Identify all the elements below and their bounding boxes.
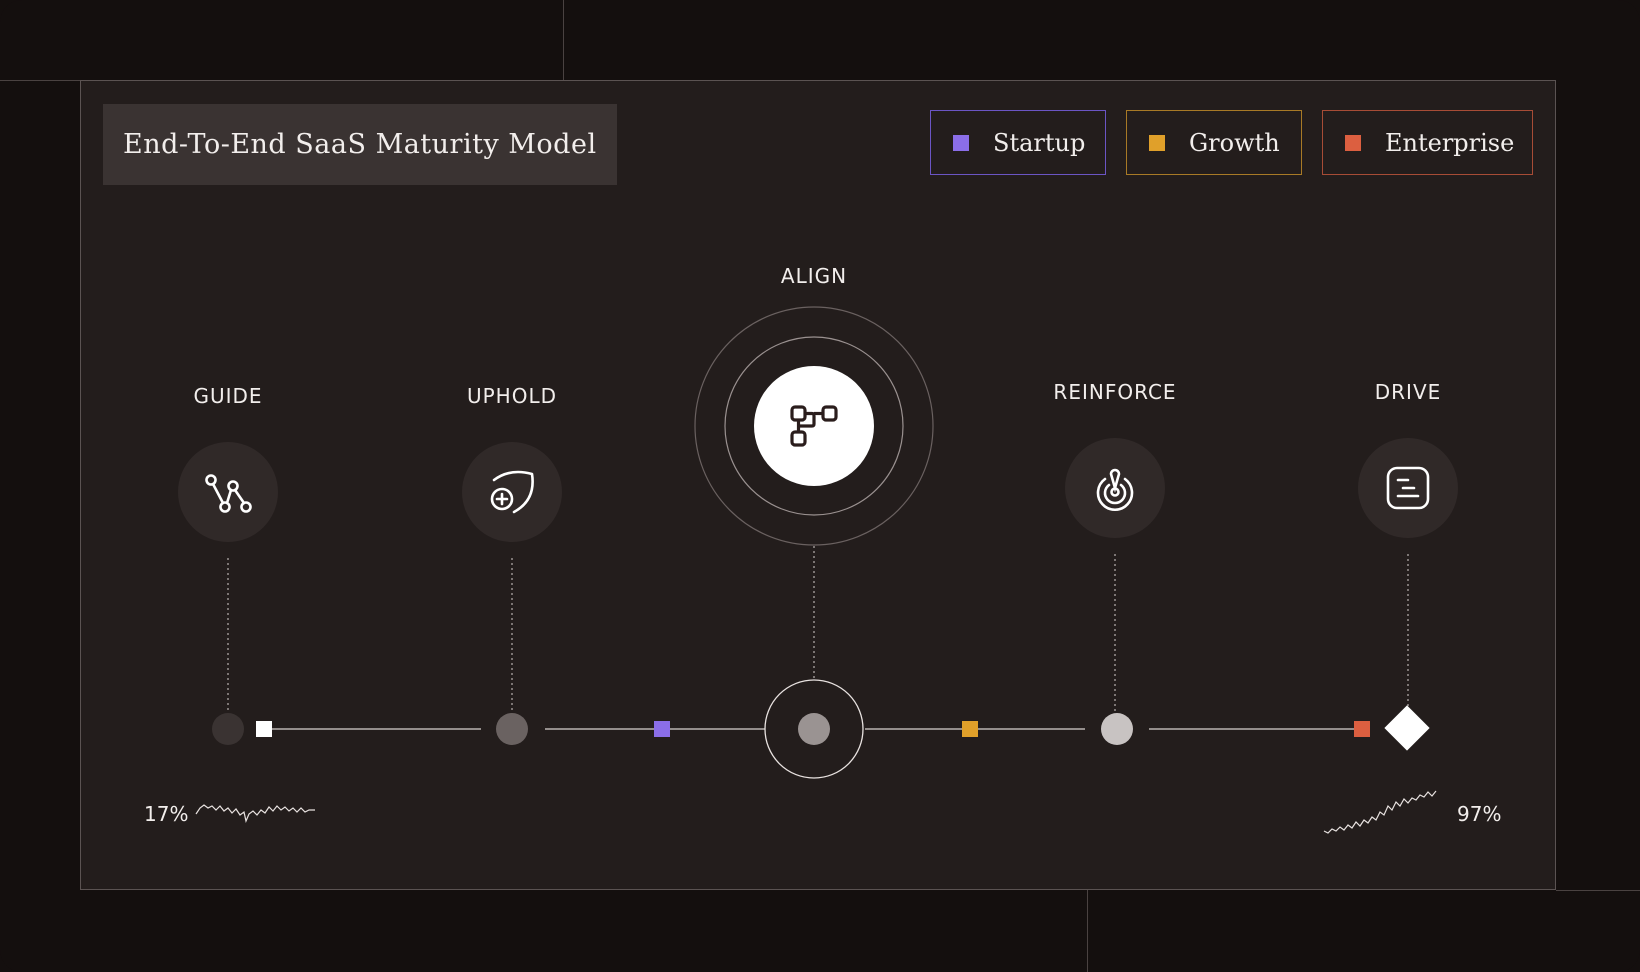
sparkline-end	[1323, 790, 1437, 834]
timeline-node-uphold	[496, 713, 528, 745]
timeline-marker-enterprise	[1354, 721, 1370, 737]
timeline-node-guide	[212, 713, 244, 745]
timeline-node-align	[798, 713, 830, 745]
stage-circle-uphold	[462, 442, 562, 542]
stage-circle-guide	[178, 442, 278, 542]
end-percentage: 97%	[1457, 802, 1502, 826]
sparkline-start	[195, 804, 315, 823]
timeline-marker-start	[256, 721, 272, 737]
maturity-diagram	[178, 306, 1458, 834]
start-percentage: 17%	[144, 802, 189, 826]
timeline-marker-startup	[654, 721, 670, 737]
timeline-node-reinforce	[1101, 713, 1133, 745]
timeline-marker-growth	[962, 721, 978, 737]
timeline-node-drive-diamond	[1384, 705, 1430, 751]
page-background: End-To-End SaaS Maturity Model Startup G…	[0, 0, 1640, 972]
